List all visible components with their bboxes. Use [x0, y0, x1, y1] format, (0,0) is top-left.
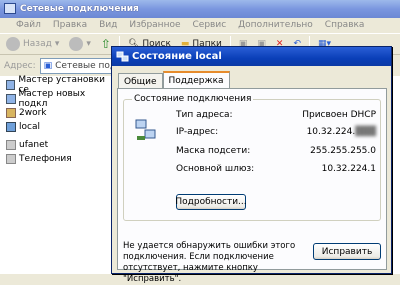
menu-tools[interactable]: Сервис: [193, 20, 227, 30]
window-title-bar: Сетевые подключения: [0, 0, 400, 18]
status-dialog: Состояние local Общие Поддержка Состояни…: [111, 46, 392, 284]
network-connections-icon: ▣: [43, 61, 53, 71]
details-button[interactable]: Подробности...: [175, 194, 247, 210]
menu-file[interactable]: Файл: [16, 20, 41, 30]
list-item[interactable]: Телефония: [6, 152, 72, 166]
default-gateway-value: 10.32.224.1: [321, 164, 376, 174]
subnet-mask-label: Маска подсети:: [176, 146, 251, 156]
default-gateway-row: Основной шлюз: 10.32.224.1: [176, 164, 376, 176]
dialog-title: Состояние local: [132, 51, 222, 62]
forward-button[interactable]: ▾: [67, 35, 93, 53]
menu-bar: Файл Правка Вид Избранное Сервис Дополни…: [0, 18, 400, 32]
ip-address-value: 10.32.224.: [306, 127, 356, 137]
network-status-icon: [135, 119, 156, 140]
menu-help[interactable]: Справка: [325, 20, 365, 30]
connection-status-group: Состояние подключения Тип адреса: Присво…: [123, 94, 381, 221]
default-gateway-label: Основной шлюз:: [176, 164, 255, 174]
address-label: Адрес:: [4, 61, 36, 71]
list-item[interactable]: ufanet: [6, 138, 48, 152]
dialup-icon: [6, 108, 16, 118]
wizard-icon: [6, 80, 16, 90]
back-button[interactable]: Назад ▾: [4, 35, 61, 53]
subnet-mask-row: Маска подсети: 255.255.255.0: [176, 146, 376, 158]
menu-view[interactable]: Вид: [99, 20, 117, 30]
tab-support[interactable]: Поддержка: [162, 71, 230, 89]
ip-address-label: IP-адрес:: [176, 127, 219, 137]
list-item[interactable]: 2work: [6, 106, 47, 120]
address-type-label: Тип адреса:: [176, 110, 233, 120]
wizard-icon: [6, 94, 16, 104]
forward-arrow-icon: [69, 37, 84, 51]
menu-advanced[interactable]: Дополнительно: [238, 20, 313, 30]
network-icon: [116, 51, 129, 62]
list-item[interactable]: Мастер новых подкл: [6, 89, 111, 109]
repair-button[interactable]: Исправить: [313, 243, 381, 260]
ip-address-row: IP-адрес: 10.32.224.███: [176, 127, 376, 139]
chevron-down-icon: ▾: [54, 39, 60, 49]
dialog-title-bar[interactable]: Состояние local: [112, 47, 391, 66]
support-tab-panel: Состояние подключения Тип адреса: Присво…: [117, 88, 387, 284]
tab-strip: Общие Поддержка: [118, 71, 230, 89]
address-type-value: Присвоен DHCP: [302, 110, 376, 120]
redacted-octet: ███: [355, 127, 376, 137]
chevron-down-icon: ▾: [86, 39, 91, 49]
address-type-row: Тип адреса: Присвоен DHCP: [176, 110, 376, 122]
diagnostic-message: Не удается обнаружить ошибки этого подкл…: [123, 241, 296, 284]
menu-favorites[interactable]: Избранное: [129, 20, 180, 30]
ip-address-value-wrap: 10.32.224.███: [307, 127, 376, 137]
subnet-mask-value: 255.255.255.0: [310, 146, 376, 156]
tab-general[interactable]: Общие: [118, 73, 163, 89]
broadband-icon: [6, 154, 16, 164]
connections-list: Мастер установки се Мастер новых подкл 2…: [0, 75, 112, 274]
menu-edit[interactable]: Правка: [53, 20, 87, 30]
list-item[interactable]: local: [6, 120, 40, 134]
broadband-icon: [6, 140, 16, 150]
back-arrow-icon: [6, 37, 20, 51]
lan-icon: [6, 122, 16, 132]
group-title: Состояние подключения: [132, 94, 254, 104]
window-title: Сетевые подключения: [20, 4, 139, 14]
network-connections-icon: [4, 3, 16, 14]
